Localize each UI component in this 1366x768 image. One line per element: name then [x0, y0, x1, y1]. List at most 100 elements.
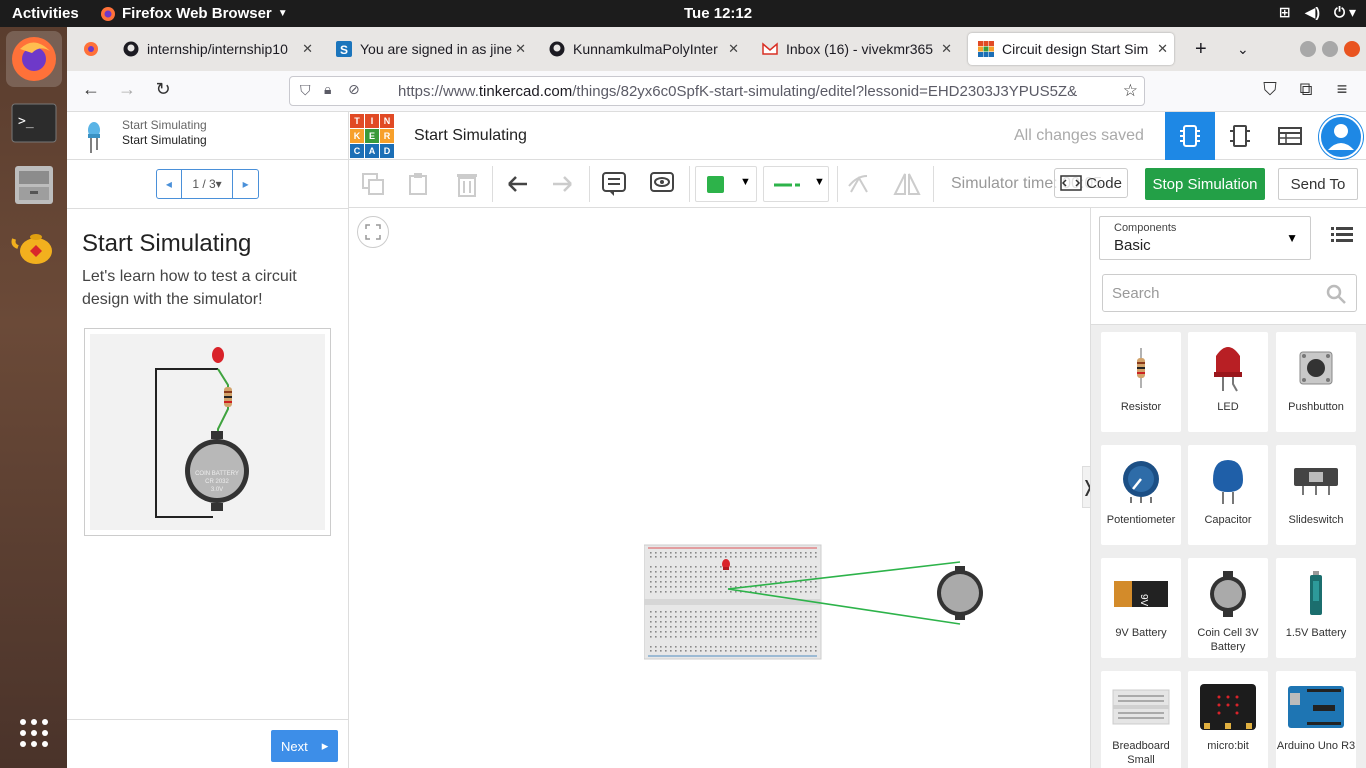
flip-button[interactable] [893, 170, 921, 198]
components-category-select[interactable]: Components Basic ▼ [1099, 216, 1311, 260]
toolbar-separator [689, 166, 690, 202]
minimize-button[interactable] [1300, 41, 1316, 57]
tab-signed-in[interactable]: S You are signed in as jine ✕ [326, 33, 532, 65]
undo-button[interactable] [503, 170, 531, 198]
close-icon[interactable]: ✕ [728, 41, 739, 57]
reload-button[interactable]: ↻ [149, 79, 177, 103]
component-card-pushbutton[interactable]: Pushbutton [1276, 332, 1356, 432]
component-card-coin-cell[interactable]: Coin Cell 3V Battery [1188, 558, 1268, 658]
extensions-button[interactable]: ⧉ [1292, 79, 1320, 103]
app-menu-button[interactable]: ≡ [1328, 79, 1356, 103]
step-indicator: 1 / 3 [192, 177, 216, 191]
system-tray[interactable]: ⊞ ◀) ⏻ ▾ [1279, 4, 1356, 21]
led-component[interactable] [722, 559, 730, 570]
dock-files[interactable] [6, 157, 62, 213]
component-name: Coin Cell 3V Battery [1197, 627, 1259, 653]
redo-button[interactable] [549, 170, 577, 198]
gmail-icon [762, 42, 778, 55]
navigation-bar: ← → ↻ ⛉ 🔒︎ ⊘ https://www. tinkercad.com/t… [67, 71, 1366, 112]
breadboard-icon [1112, 689, 1170, 725]
component-card-breadboard[interactable]: Breadboard Small [1101, 671, 1181, 768]
battery-label-2: CR 2032 [205, 479, 229, 485]
component-card-potentiometer[interactable]: Potentiometer [1101, 445, 1181, 545]
prev-step-button[interactable]: ◂ [157, 170, 182, 198]
dock-software-store[interactable] [6, 219, 62, 275]
rotate-button[interactable] [845, 170, 873, 198]
component-card-slideswitch[interactable]: Slideswitch [1276, 445, 1356, 545]
component-search-input[interactable]: Search [1102, 274, 1357, 312]
circuit-canvas[interactable]: ❭ [349, 208, 1095, 768]
logo-letter: K [350, 129, 364, 143]
maximize-button[interactable] [1322, 41, 1338, 57]
star-bookmark-icon[interactable]: ☆ [1118, 81, 1138, 101]
clock[interactable]: Tue 12:12 [684, 5, 752, 22]
back-button[interactable]: ← [77, 79, 105, 103]
redo-icon [553, 176, 572, 192]
tab-github-internship[interactable]: internship/internship10 ✕ [113, 33, 319, 65]
eye-icon [650, 172, 674, 192]
forward-button[interactable]: → [113, 79, 141, 103]
component-card-resistor[interactable]: Resistor [1101, 332, 1181, 432]
permissions-icon: ⊘ [348, 81, 360, 97]
dock-terminal[interactable]: >_ [6, 95, 62, 151]
dock-firefox[interactable] [6, 31, 62, 87]
component-card-microbit[interactable]: micro:bit [1188, 671, 1268, 768]
paste-button[interactable] [405, 170, 433, 198]
stop-simulation-button[interactable]: Stop Simulation [1145, 168, 1265, 200]
user-avatar[interactable] [1318, 114, 1364, 160]
close-icon[interactable]: ✕ [1157, 41, 1168, 57]
coin-battery-component[interactable] [937, 566, 983, 620]
list-view-button[interactable] [1331, 226, 1353, 249]
fit-view-button[interactable] [357, 216, 389, 248]
wire-color-picker[interactable]: ▼ [695, 166, 757, 202]
activities-button[interactable]: Activities [12, 5, 79, 22]
url-bar[interactable]: ⛉ 🔒︎ ⊘ https://www. tinkercad.com/things/… [289, 76, 1145, 106]
app-menu[interactable]: Firefox Web Browser ▼ [100, 5, 288, 22]
component-card-1-5v-battery[interactable]: 1.5V Battery [1276, 558, 1356, 658]
delete-button[interactable] [453, 170, 481, 198]
arduino-icon [1288, 686, 1344, 728]
show-applications-button[interactable] [6, 705, 62, 761]
copy-button[interactable] [359, 170, 387, 198]
close-icon[interactable]: ✕ [302, 41, 313, 57]
toolbar-separator [933, 166, 934, 202]
wire-type-picker[interactable]: ▼ [763, 166, 829, 202]
tinkercad-icon [978, 41, 994, 57]
step-selector[interactable]: 1 / 3 ▾ [182, 170, 234, 198]
close-icon[interactable]: ✕ [515, 41, 526, 57]
component-card-9v-battery[interactable]: 9V 9V Battery [1101, 558, 1181, 658]
breadboard[interactable] [644, 544, 822, 660]
lesson-circuit-image: COIN BATTERY CR 2032 3.0V [84, 328, 331, 536]
component-card-capacitor[interactable]: Capacitor [1188, 445, 1268, 545]
toggle-notes-visibility-button[interactable] [648, 170, 676, 198]
component-card-led[interactable]: LED [1188, 332, 1268, 432]
tab-circuit-design[interactable]: Circuit design Start Sim ✕ [968, 33, 1174, 65]
component-name: micro:bit [1207, 740, 1249, 752]
notes-button[interactable] [600, 170, 628, 198]
components-panel: Components Basic ▼ Search Resistor LED P… [1090, 208, 1366, 768]
list-all-tabs-button[interactable]: ⌄ [1227, 33, 1257, 65]
circuit-view-button[interactable] [1165, 112, 1215, 160]
tab-github-kunnamkulma[interactable]: KunnamkulmaPolyInter ✕ [539, 33, 745, 65]
tinkercad-logo[interactable]: T I N K E R C A D [350, 114, 394, 158]
next-button[interactable]: Next ▸ [271, 730, 338, 762]
pocket-button[interactable]: ⛉ [1256, 79, 1284, 103]
send-to-button[interactable]: Send To [1278, 168, 1358, 200]
tab-gmail-inbox[interactable]: Inbox (16) - vivekmr365 ✕ [752, 33, 958, 65]
design-title[interactable]: Start Simulating [414, 127, 527, 145]
s-logo-icon: S [336, 41, 352, 57]
close-icon[interactable]: ✕ [941, 41, 952, 57]
firefox-view-button[interactable] [73, 33, 109, 65]
next-step-button[interactable]: ▸ [233, 170, 258, 198]
logo-letter: D [380, 144, 394, 158]
battery-label-1: COIN BATTERY [195, 471, 239, 477]
code-button[interactable]: Code [1054, 168, 1128, 198]
component-card-arduino-uno[interactable]: Arduino Uno R3 [1276, 671, 1356, 768]
file-cabinet-icon [15, 166, 53, 204]
component-list-view-button[interactable] [1265, 112, 1315, 160]
close-window-button[interactable] [1344, 41, 1360, 57]
new-tab-button[interactable]: + [1185, 33, 1215, 65]
tab-label: Circuit design Start Sim [1002, 41, 1149, 57]
component-name: Slideswitch [1288, 514, 1344, 526]
schematic-view-button[interactable] [1215, 112, 1265, 160]
